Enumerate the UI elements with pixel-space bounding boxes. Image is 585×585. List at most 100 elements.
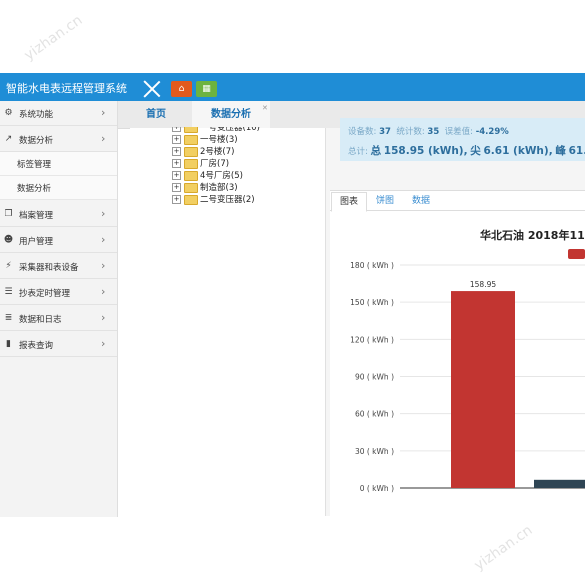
sidebar-item-archives[interactable]: ❐ 档案管理 › xyxy=(0,202,117,227)
tree-node[interactable]: + 厂房(7) xyxy=(172,157,229,169)
sidebar-item-label: 数据和日志 xyxy=(19,315,62,325)
peak-prefix: 峰 xyxy=(555,145,566,157)
sharp-value: 6.61 (kWh) xyxy=(483,145,549,157)
sidebar-item-label: 报表查询 xyxy=(19,341,54,351)
error-value: -4.29% xyxy=(475,127,509,137)
expand-icon[interactable]: + xyxy=(172,147,181,156)
chart-title: 华北石油 2018年11 xyxy=(480,229,585,242)
watermark: yizhan.cn xyxy=(471,522,536,574)
sidebar-item-label: 抄表定时管理 xyxy=(19,289,71,299)
plug-icon: ⚡ xyxy=(5,261,12,271)
tab-home[interactable]: 首页 xyxy=(120,101,192,128)
sidebar-subitem-label: 数据分析 xyxy=(17,184,52,194)
folder-icon xyxy=(184,170,198,181)
sidebar-item-label: 系统功能 xyxy=(19,110,54,120)
sidebar-item-label: 数据分析 xyxy=(19,136,54,146)
stat-count-label: 统计数: xyxy=(396,127,425,137)
y-tick-label: 180 ( kWh ) xyxy=(350,261,394,270)
y-tick-label: 120 ( kWh ) xyxy=(350,335,394,344)
tree-node[interactable]: +4号厂房(5) xyxy=(172,169,243,181)
expand-icon[interactable]: + xyxy=(172,159,181,168)
tree-node-label: 制造部(3) xyxy=(200,183,238,193)
tree-node[interactable]: + 制造部(3) xyxy=(172,181,238,193)
total-prefix: 总 xyxy=(370,145,382,157)
tree-node-label: 2号楼(7) xyxy=(200,147,235,157)
sidebar-item-label: 用户管理 xyxy=(19,237,54,247)
files-icon: ❐ xyxy=(4,209,13,219)
expand-icon[interactable]: + xyxy=(172,183,181,192)
tree-node-label: 一号楼(3) xyxy=(200,135,238,145)
expand-icon[interactable]: + xyxy=(172,135,181,144)
sidebar-item-label: 档案管理 xyxy=(19,211,54,221)
chevron-right-icon: › xyxy=(101,259,106,272)
bar-chart: 0 ( kWh ) 30 ( kWh ) 60 ( kWh ) 90 ( kWh ) 1… xyxy=(350,261,585,493)
chevron-right-icon: › xyxy=(101,207,106,220)
y-tick-label: 60 ( kWh ) xyxy=(355,410,394,419)
chart-tab-divider xyxy=(330,210,585,211)
folder-icon xyxy=(184,182,198,193)
y-tick-label: 30 ( kWh ) xyxy=(355,447,394,456)
tab-close-icon[interactable]: ✕ xyxy=(262,104,268,112)
app-title: 智能水电表远程管理系统 xyxy=(6,82,127,95)
server-icon: ☰ xyxy=(4,287,13,297)
sidebar-item-reports[interactable]: ▮ 报表查询 › xyxy=(0,332,117,357)
sidebar-item-system[interactable]: ⚙ 系统功能 › xyxy=(0,101,117,126)
close-icon[interactable] xyxy=(143,80,161,98)
sidebar-item-scheduled-reading[interactable]: ☰ 抄表定时管理 › xyxy=(0,280,117,305)
chevron-right-icon: › xyxy=(101,311,106,324)
data-label: 158.95 xyxy=(470,280,496,289)
tab-pie[interactable]: 饼图 xyxy=(376,192,394,210)
folder-icon xyxy=(184,146,198,157)
chevron-right-icon: › xyxy=(101,285,106,298)
folder-icon xyxy=(184,194,198,205)
users-icon: ☻ xyxy=(3,235,14,245)
sidebar-subitem-data-analysis[interactable]: 数据分析 xyxy=(0,176,117,200)
folder-icon xyxy=(184,134,198,145)
summary-counts: 设备数: 37 统计数: 35 误差值: -4.29% xyxy=(348,125,509,137)
sidebar-item-data-logs[interactable]: ≣ 数据和日志 › xyxy=(0,306,117,331)
peak-value: 61.3 xyxy=(568,145,585,157)
sidebar-subitem-tags[interactable]: 标签管理 xyxy=(0,152,117,176)
sidebar-item-collectors[interactable]: ⚡ 采集器和表设备 › xyxy=(0,254,117,279)
line-chart-icon: ↗ xyxy=(4,134,13,144)
gears-icon: ⚙ xyxy=(4,108,13,118)
grid-button[interactable]: ▦ xyxy=(196,81,217,97)
expand-icon[interactable]: + xyxy=(172,171,181,180)
home-icon: ⌂ xyxy=(178,84,185,94)
chevron-down-icon: › xyxy=(101,132,106,145)
sidebar-item-label: 采集器和表设备 xyxy=(19,263,79,273)
sidebar-item-data-analysis[interactable]: ↗ 数据分析 › xyxy=(0,127,117,152)
tab-data[interactable]: 数据 xyxy=(412,192,430,210)
grid-icon: ▦ xyxy=(202,84,211,94)
tab-chart[interactable]: 图表 xyxy=(331,192,367,212)
stat-count: 35 xyxy=(427,127,440,137)
total-value: 158.95 (kWh) xyxy=(383,145,464,157)
y-tick-label: 0 ( kWh ) xyxy=(360,484,394,493)
expand-icon[interactable]: + xyxy=(172,195,181,204)
tree-node[interactable]: + 二号变压器(2) xyxy=(172,193,255,205)
sharp-prefix: 尖 xyxy=(470,145,481,157)
tree-node-label: 二号变压器(2) xyxy=(200,195,255,205)
chevron-right-icon: › xyxy=(101,233,106,246)
tree-node[interactable]: +2号楼(7) xyxy=(172,145,234,157)
tree-node[interactable]: + 一号楼(3) xyxy=(172,133,238,145)
sidebar-subitem-label: 标签管理 xyxy=(17,160,52,170)
home-button[interactable]: ⌂ xyxy=(171,81,192,97)
error-label: 误差值: xyxy=(444,127,474,137)
bar xyxy=(534,479,585,488)
sidebar-item-users[interactable]: ☻ 用户管理 › xyxy=(0,228,117,253)
folder-icon xyxy=(184,158,198,169)
y-tick-label: 150 ( kWh ) xyxy=(350,298,394,307)
summary-totals: 总计: 总 158.95 (kWh), 尖 6.61 (kWh), 峰 61.3 xyxy=(348,143,585,158)
y-tick-label: 90 ( kWh ) xyxy=(355,373,394,382)
chevron-right-icon: › xyxy=(101,337,106,350)
tree-node-label: 4号厂房(5) xyxy=(200,171,243,181)
device-count: 37 xyxy=(379,127,391,137)
total-label: 总计: xyxy=(348,147,368,157)
tab-data-analysis[interactable]: 数据分析 xyxy=(192,101,270,128)
book-icon: ▮ xyxy=(6,339,11,349)
tree-node-label: 厂房(7) xyxy=(200,159,230,169)
watermark: yizhan.cn xyxy=(21,12,86,64)
database-icon: ≣ xyxy=(4,313,13,323)
device-count-label: 设备数: xyxy=(348,127,377,137)
